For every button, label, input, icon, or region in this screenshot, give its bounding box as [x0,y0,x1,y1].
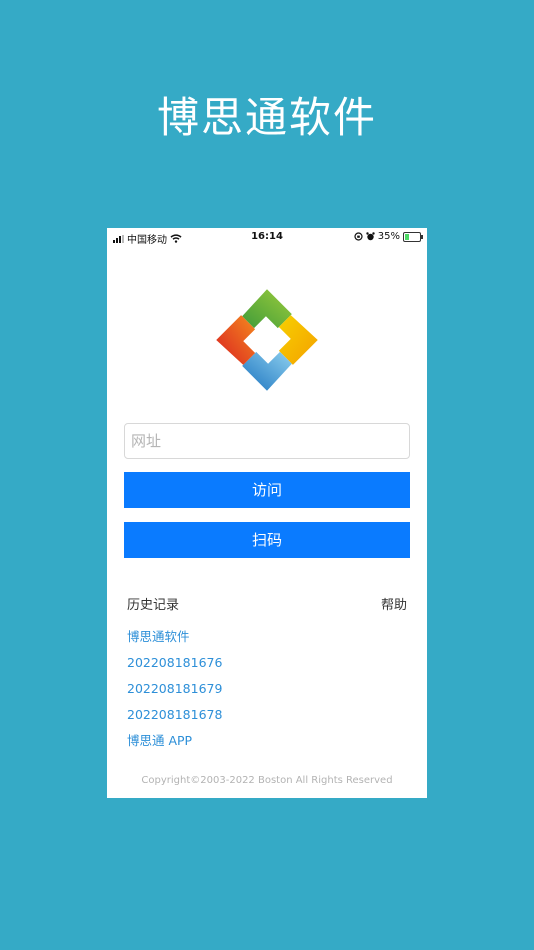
help-link[interactable]: 帮助 [381,594,407,613]
battery-fill [405,233,409,240]
history-title: 历史记录 [127,598,180,613]
status-bar: 中国移动 16:14 35% [107,228,427,246]
status-right: 35% [354,231,423,242]
copyright-text: Copyright©2003-2022 Boston All Rights Re… [141,775,393,786]
history-item[interactable]: 202208181676 [127,655,222,681]
history-item[interactable]: 博思通 APP [127,733,222,759]
url-input[interactable] [124,423,410,459]
orientation-lock-icon [354,232,363,241]
history-item[interactable]: 博思通软件 [127,629,222,655]
app-logo [216,289,318,391]
history-list: 博思通软件 202208181676 202208181679 20220818… [127,629,222,759]
visit-button[interactable]: 访问 [124,472,410,508]
battery-percent: 35% [377,231,400,242]
phone-screen: 中国移动 16:14 35% 网址 访问 扫码 历史记录 帮助 博思通软件 20… [107,228,427,798]
scan-button[interactable]: 扫码 [124,522,410,558]
promo-title: 博思通软件 [156,93,377,142]
battery-icon [403,231,423,242]
alarm-icon [366,232,375,241]
history-item[interactable]: 202208181679 [127,681,222,707]
history-item[interactable]: 202208181678 [127,707,222,733]
history-header: 历史记录 帮助 [127,594,407,613]
